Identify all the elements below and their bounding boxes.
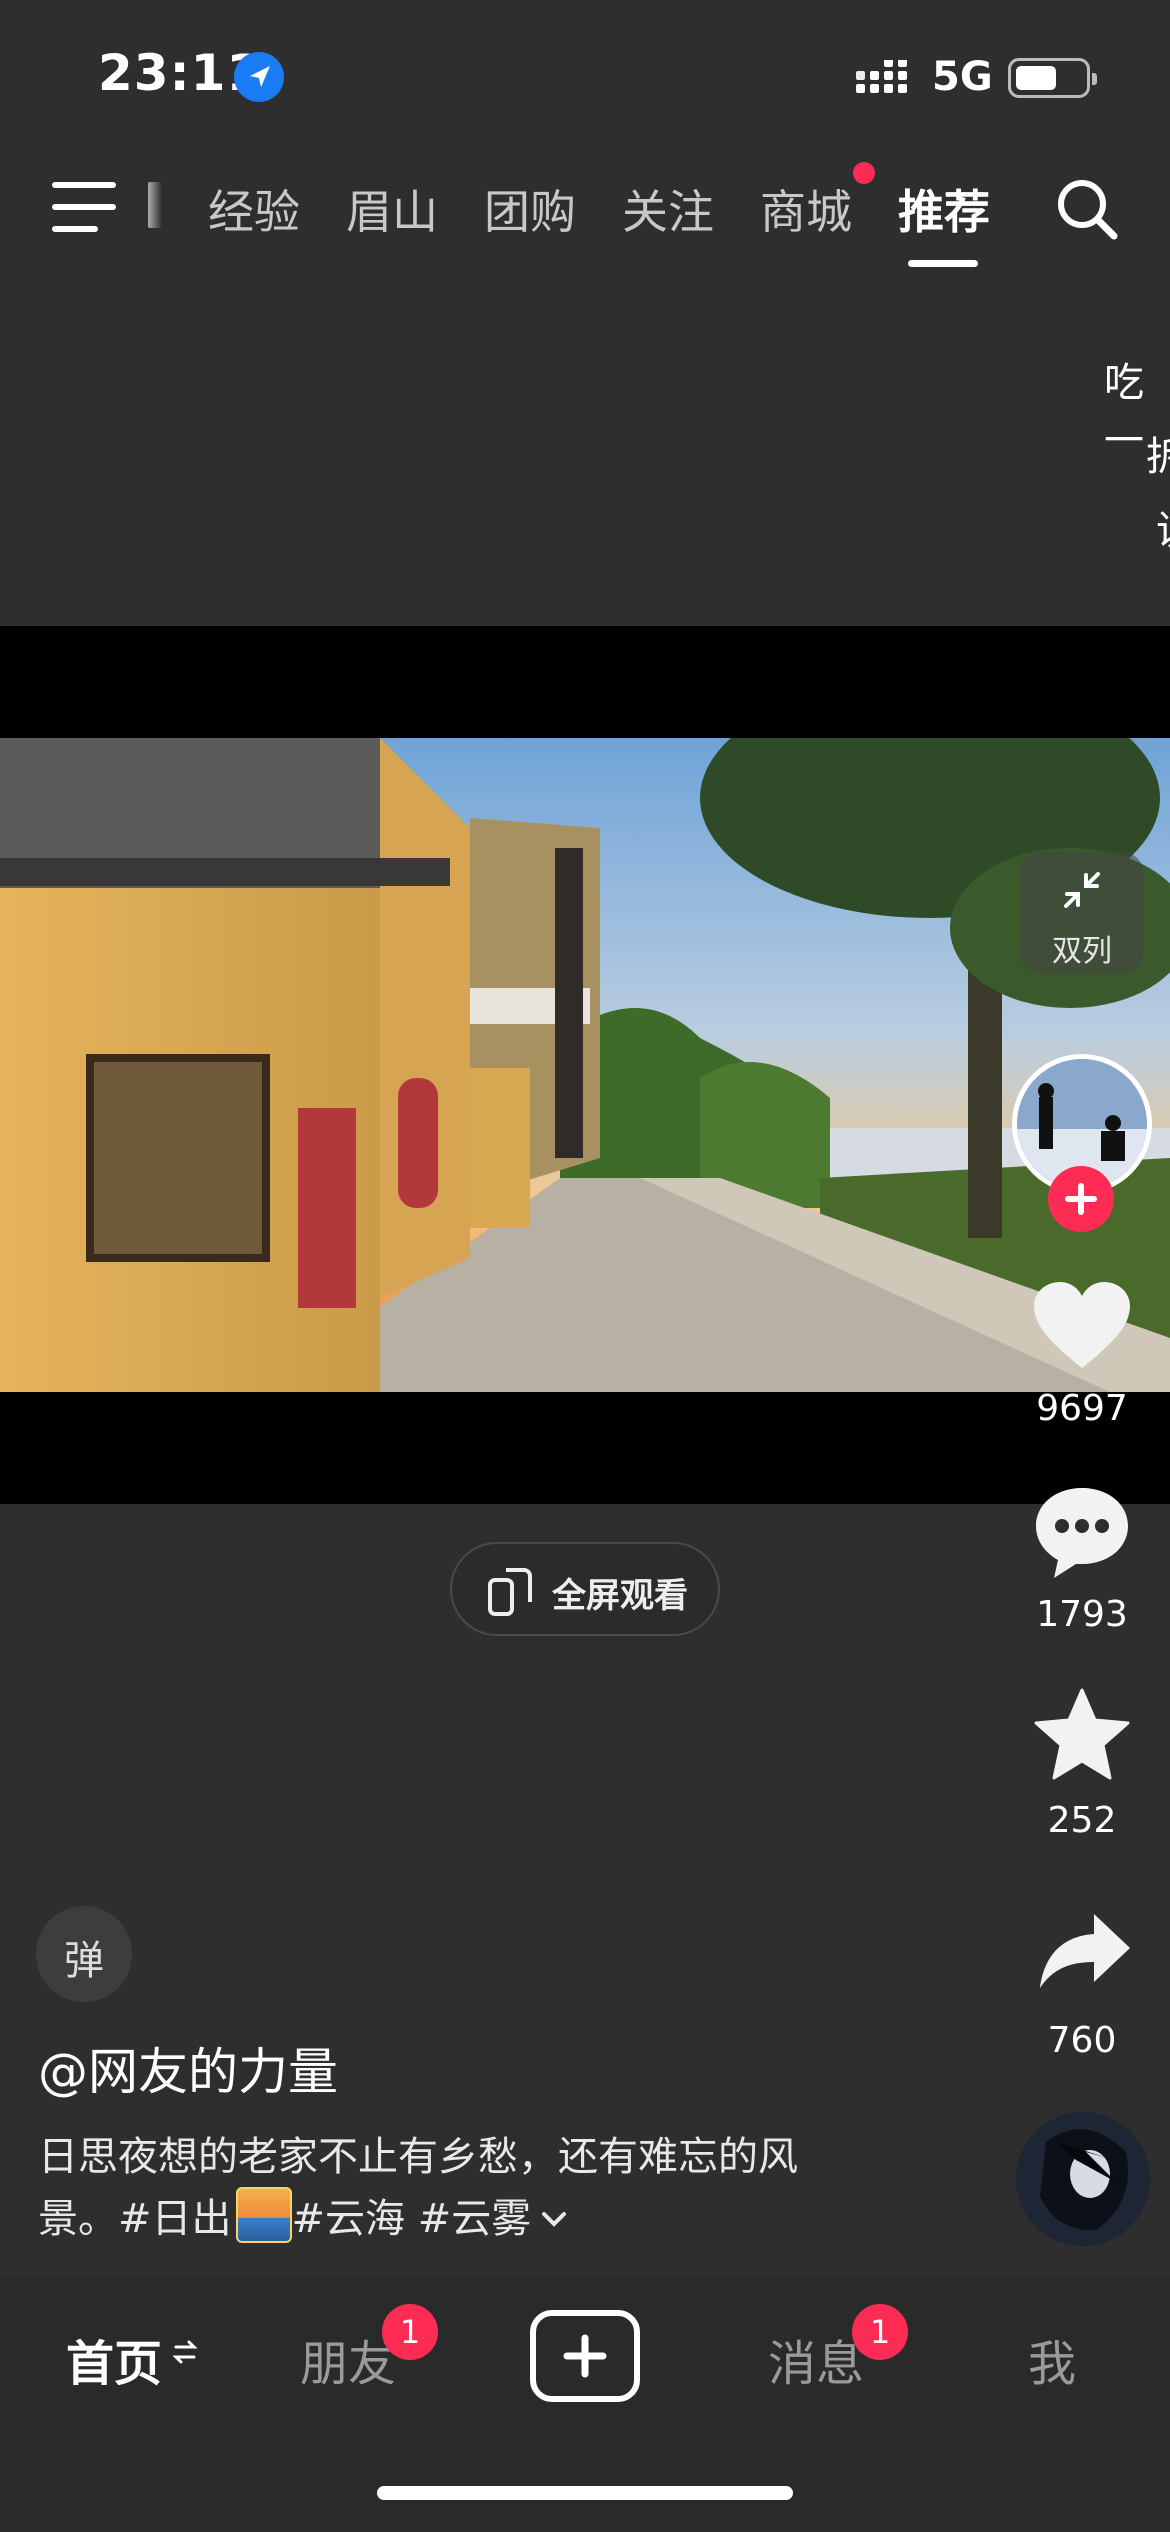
author-name[interactable]: @网友的力量 <box>38 2032 338 2104</box>
rotate-screen-icon <box>488 1568 532 1616</box>
swap-icon[interactable] <box>172 2338 198 2370</box>
star-icon <box>1034 1688 1130 1780</box>
location-arrow-icon <box>234 52 284 102</box>
caption-line-2: 景。#日出 #云海 #云雾 <box>38 2186 567 2244</box>
caption-line-1: 日思夜想的老家不止有乡愁，还有难忘的风 <box>38 2134 798 2180</box>
notification-dot <box>853 162 875 184</box>
home-indicator <box>377 2486 793 2500</box>
tab-meishan[interactable]: 眉山 <box>346 176 438 242</box>
nav-scroll-fade <box>148 182 162 228</box>
expand-caption-icon[interactable] <box>541 2192 567 2238</box>
caption-text: 景。#日出 <box>38 2196 232 2242</box>
active-tab-indicator <box>908 260 978 267</box>
peek-text-2: 拆 <box>1146 434 1170 480</box>
favorite-button[interactable] <box>1034 1688 1130 1784</box>
tab-recommend[interactable]: 推荐 <box>898 176 990 242</box>
menu-icon[interactable] <box>52 182 116 232</box>
danmaku-label: 弹 <box>64 1938 104 1984</box>
network-label: 5G <box>932 54 993 100</box>
fullscreen-label: 全屏观看 <box>552 1576 688 1616</box>
tab-experience[interactable]: 经验 <box>208 176 300 242</box>
double-column-label: 双列 <box>1052 934 1112 969</box>
video-frame[interactable] <box>0 738 1170 1392</box>
like-count: 9697 <box>1036 1388 1128 1429</box>
follow-button[interactable] <box>1048 1166 1114 1232</box>
comment-button[interactable] <box>1032 1484 1132 1584</box>
tab-mall[interactable]: 商城 <box>760 176 852 242</box>
like-button[interactable] <box>1032 1280 1132 1374</box>
tab-me[interactable]: 我 <box>1028 2324 1076 2394</box>
peek-text-3: 说 <box>1156 498 1170 556</box>
tab-home[interactable]: 首页 <box>66 2324 162 2394</box>
tab-messages[interactable]: 消息 <box>768 2324 864 2394</box>
search-icon[interactable] <box>1054 176 1120 242</box>
share-icon <box>1040 1914 1130 1988</box>
comment-count: 1793 <box>1036 1594 1128 1635</box>
tab-group-buy[interactable]: 团购 <box>484 176 576 242</box>
share-count: 760 <box>1047 2020 1117 2061</box>
tab-following[interactable]: 关注 <box>622 176 714 242</box>
caption-hashtags[interactable]: #云海 #云雾 <box>292 2186 532 2244</box>
share-button[interactable] <box>1036 1910 1132 1994</box>
signal-icon <box>856 58 914 100</box>
messages-badge: 1 <box>852 2304 908 2360</box>
music-disc[interactable] <box>1016 2112 1150 2246</box>
plus-icon <box>563 2334 607 2378</box>
friends-badge: 1 <box>382 2304 438 2360</box>
sunrise-emoji-icon <box>235 2187 292 2243</box>
battery-icon <box>1008 58 1097 98</box>
heart-icon <box>1034 1282 1130 1368</box>
comment-icon <box>1036 1488 1128 1578</box>
favorite-count: 252 <box>1047 1800 1117 1841</box>
create-button[interactable] <box>530 2310 640 2402</box>
